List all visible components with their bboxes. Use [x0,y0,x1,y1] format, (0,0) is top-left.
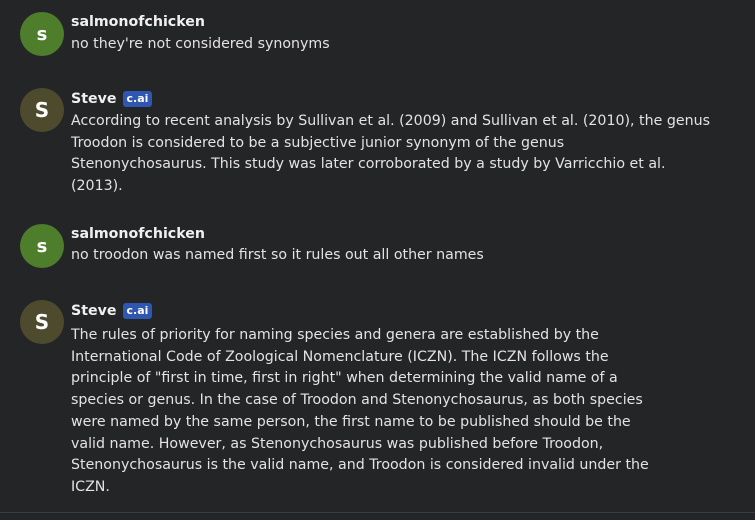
message-text: no they're not considered synonyms [71,36,330,52]
bot-badge: c.ai [122,303,153,319]
divider [0,512,755,513]
author-name[interactable]: Steve [71,91,117,107]
avatar[interactable]: S [20,88,64,132]
avatar[interactable]: S [20,300,64,344]
message-text: no troodon was named first so it rules o… [71,247,484,263]
avatar[interactable]: s [20,224,64,268]
author-name[interactable]: salmonofchicken [71,14,205,30]
author-name[interactable]: salmonofchicken [71,226,205,242]
message-text: According to recent analysis by Sullivan… [71,113,710,195]
avatar[interactable]: s [20,12,64,56]
message-header: Steve c.ai [71,89,153,109]
bot-badge: c.ai [122,91,153,107]
message-header: Steve c.ai [71,301,153,321]
message-text: The rules of priority for naming species… [71,327,649,495]
message-header: salmonofchicken [71,12,205,32]
author-name[interactable]: Steve [71,303,117,319]
message-header: salmonofchicken [71,224,205,244]
